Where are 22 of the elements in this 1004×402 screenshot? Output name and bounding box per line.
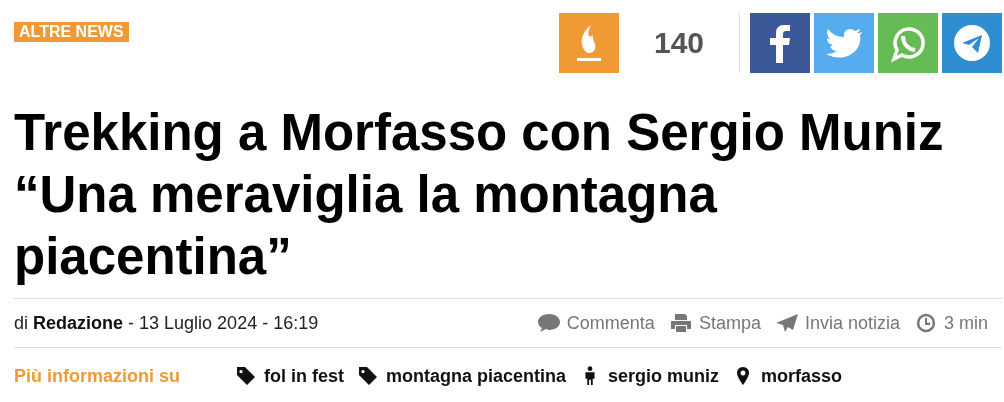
clock-icon xyxy=(914,313,938,333)
byline: di Redazione - 13 Luglio 2024 - 16:19 xyxy=(14,312,319,334)
article-title: Trekking a Morfasso con Sergio Muniz “Una meraviglia la montagna piacentina” xyxy=(14,103,945,287)
tag-link[interactable]: morfasso xyxy=(733,365,843,387)
paper-plane-icon xyxy=(774,313,799,333)
reading-time: 3 min xyxy=(914,312,988,334)
facebook-button[interactable] xyxy=(750,13,810,73)
phone-bubble-button[interactable] xyxy=(878,13,938,73)
flame-icon[interactable] xyxy=(559,13,619,73)
tag-link[interactable]: sergio muniz xyxy=(580,365,720,387)
comment-link[interactable]: Commenta xyxy=(536,312,655,334)
print-link[interactable]: Stampa xyxy=(668,312,761,334)
more-info-label: Più informazioni su xyxy=(14,365,181,387)
send-link[interactable]: Invia notizia xyxy=(774,312,900,334)
tag-icon xyxy=(358,366,378,386)
tag-link[interactable]: montagna piacentina xyxy=(358,365,567,387)
tag-icon xyxy=(236,366,256,386)
speech-bubble-icon xyxy=(536,313,561,333)
paper-plane-button[interactable] xyxy=(942,13,1002,73)
share-count: 140 xyxy=(652,26,706,60)
tag-link[interactable]: fol in fest xyxy=(236,365,344,387)
printer-icon xyxy=(668,313,693,333)
